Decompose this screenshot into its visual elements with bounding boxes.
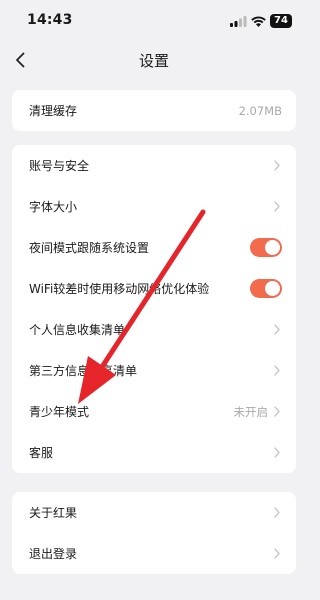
chevron-right-icon bbox=[274, 201, 282, 213]
battery-icon: 74 bbox=[270, 14, 292, 28]
status-bar: 14:43 74 bbox=[0, 0, 308, 40]
night-mode-toggle[interactable] bbox=[250, 238, 282, 257]
logout-label: 退出登录 bbox=[29, 547, 78, 561]
chevron-right-icon bbox=[274, 447, 282, 459]
toggle-knob bbox=[265, 240, 280, 255]
logout-row[interactable]: 退出登录 bbox=[12, 533, 296, 574]
third-party-info-row[interactable]: 第三方信息共享清单 bbox=[12, 350, 296, 391]
teen-mode-row[interactable]: 青少年模式 未开启 bbox=[12, 391, 296, 432]
night-mode-label: 夜间模式跟随系统设置 bbox=[29, 241, 150, 255]
about-row[interactable]: 关于红果 bbox=[12, 492, 296, 533]
toggle-knob bbox=[265, 281, 280, 296]
status-icons: 74 bbox=[230, 14, 292, 28]
account-security-label: 账号与安全 bbox=[29, 159, 90, 173]
chevron-right-icon bbox=[274, 548, 282, 560]
teen-mode-status: 未开启 bbox=[233, 404, 269, 419]
page-title: 设置 bbox=[138, 52, 169, 70]
about-card: 关于红果 退出登录 bbox=[12, 492, 296, 574]
chevron-right-icon bbox=[274, 406, 282, 418]
clear-cache-row[interactable]: 清理缓存 2.07MB bbox=[12, 90, 296, 131]
customer-service-row[interactable]: 客服 bbox=[12, 432, 296, 473]
chevron-right-icon bbox=[274, 160, 282, 172]
settings-card: 账号与安全 字体大小 夜间模式跟随系统设置 WiFi较差时使用移动网络优化体验 … bbox=[12, 145, 296, 473]
font-size-label: 字体大小 bbox=[29, 200, 78, 214]
account-security-row[interactable]: 账号与安全 bbox=[12, 145, 296, 186]
chevron-right-icon bbox=[274, 365, 282, 377]
status-time: 14:43 bbox=[27, 12, 73, 28]
cache-size-value: 2.07MB bbox=[238, 103, 282, 118]
customer-service-label: 客服 bbox=[29, 446, 54, 460]
clear-cache-label: 清理缓存 bbox=[29, 104, 78, 118]
nav-bar: 设置 bbox=[0, 40, 308, 80]
teen-mode-label: 青少年模式 bbox=[29, 405, 90, 419]
wifi-optimization-row: WiFi较差时使用移动网络优化体验 bbox=[12, 268, 296, 309]
night-mode-row: 夜间模式跟随系统设置 bbox=[12, 227, 296, 268]
signal-icon bbox=[230, 15, 247, 27]
wifi-optimization-label: WiFi较差时使用移动网络优化体验 bbox=[29, 282, 210, 296]
cache-card: 清理缓存 2.07MB bbox=[12, 90, 296, 131]
font-size-row[interactable]: 字体大小 bbox=[12, 186, 296, 227]
about-label: 关于红果 bbox=[29, 506, 78, 520]
chevron-right-icon bbox=[274, 507, 282, 519]
third-party-info-label: 第三方信息共享清单 bbox=[29, 364, 138, 378]
chevron-right-icon bbox=[274, 324, 282, 336]
personal-info-list-row[interactable]: 个人信息收集清单 bbox=[12, 309, 296, 350]
wifi-icon bbox=[251, 16, 266, 27]
personal-info-list-label: 个人信息收集清单 bbox=[29, 323, 126, 337]
wifi-optimization-toggle[interactable] bbox=[250, 279, 282, 298]
